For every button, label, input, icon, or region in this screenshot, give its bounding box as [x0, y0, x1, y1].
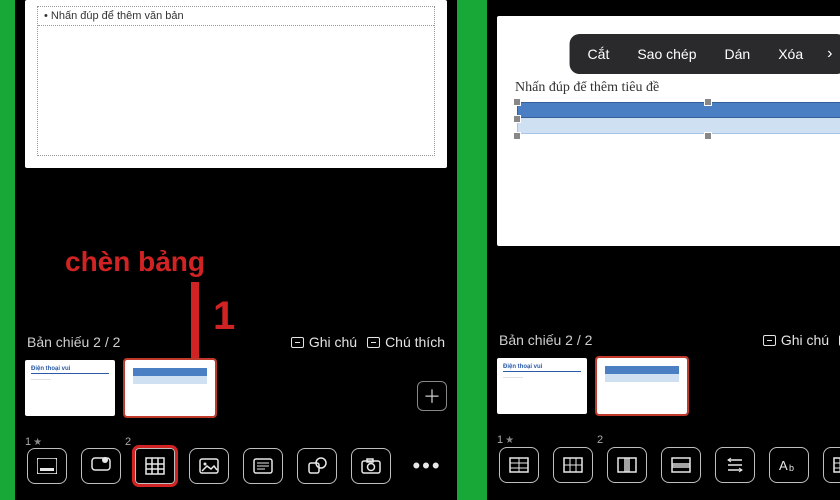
thumb-1[interactable]: Điện thoại vui ――――― 1★	[497, 358, 587, 430]
table-alt[interactable]	[823, 447, 840, 483]
screenshot-left: • Nhấn đúp để thêm văn bản chèn bảng 1 B…	[15, 0, 457, 500]
comments-icon	[367, 337, 380, 348]
toolbar: •••	[15, 438, 457, 500]
status-bar: Bản chiếu 2 / 2 Ghi chú Chú thích	[15, 326, 457, 358]
insert-image-button[interactable]	[189, 448, 229, 484]
menu-more-icon[interactable]: ›	[817, 45, 840, 63]
comments-button[interactable]: Chú thích	[367, 334, 445, 350]
thumb-1[interactable]: Điện thoại vui ――――― 1★	[25, 360, 115, 432]
title-placeholder[interactable]: Nhấn đúp để thêm tiêu đề	[515, 80, 659, 96]
slide-counter: Bản chiếu 2 / 2	[499, 332, 753, 348]
table-toolbar: Ab •••	[487, 436, 840, 500]
add-slide-button[interactable]: ＋	[417, 381, 447, 411]
more-button[interactable]: •••	[409, 453, 445, 479]
shapes-button[interactable]	[297, 448, 337, 484]
notes-button[interactable]: Ghi chú	[291, 334, 357, 350]
insert-table-button[interactable]	[135, 448, 175, 484]
content-textbox[interactable]: • Nhấn đúp để thêm văn bản	[37, 6, 435, 156]
comment-button[interactable]	[81, 448, 121, 484]
table-insert-row[interactable]	[661, 447, 701, 483]
table-style-b[interactable]	[553, 447, 593, 483]
camera-button[interactable]	[351, 448, 391, 484]
menu-cut[interactable]: Cắt	[574, 34, 624, 74]
thumb-2[interactable]: 2	[125, 360, 215, 432]
notes-button[interactable]: Ghi chú	[763, 332, 829, 348]
slide-canvas[interactable]: • Nhấn đúp để thêm văn bản	[25, 0, 447, 168]
menu-copy[interactable]: Sao chép	[623, 34, 710, 74]
layout-button[interactable]	[27, 448, 67, 484]
table-distribute[interactable]	[715, 447, 755, 483]
thumbnails: Điện thoại vui ――――― 1★ 2 ＋	[15, 358, 457, 438]
svg-text:b: b	[789, 463, 794, 473]
menu-delete[interactable]: Xóa	[764, 34, 817, 74]
slide-editor[interactable]: • Nhấn đúp để thêm văn bản	[15, 0, 457, 178]
star-icon: ★	[505, 435, 514, 446]
notes-icon	[763, 335, 776, 346]
screenshot-right: Cắt Sao chép Dán Xóa › Nhấn đúp để thêm …	[487, 0, 840, 500]
table-style-a[interactable]	[499, 447, 539, 483]
table-text[interactable]: Ab	[769, 447, 809, 483]
notes-icon	[291, 337, 304, 348]
thumbnails: Điện thoại vui ――――― 1★ 2 ＋	[487, 356, 840, 436]
textbox-placeholder: • Nhấn đúp để thêm văn bản	[38, 7, 434, 26]
textbox-button[interactable]	[243, 448, 283, 484]
star-icon: ★	[33, 437, 42, 448]
inserted-table[interactable]	[517, 102, 840, 136]
status-bar: Bản chiếu 2 / 2 Ghi chú Chú thích	[487, 324, 840, 356]
table-insert-col[interactable]	[607, 447, 647, 483]
context-menu: Cắt Sao chép Dán Xóa ›	[570, 34, 840, 74]
slide-counter: Bản chiếu 2 / 2	[27, 334, 281, 350]
svg-text:A: A	[779, 458, 788, 473]
thumb-2[interactable]: 2	[597, 358, 687, 430]
menu-paste[interactable]: Dán	[711, 34, 765, 74]
